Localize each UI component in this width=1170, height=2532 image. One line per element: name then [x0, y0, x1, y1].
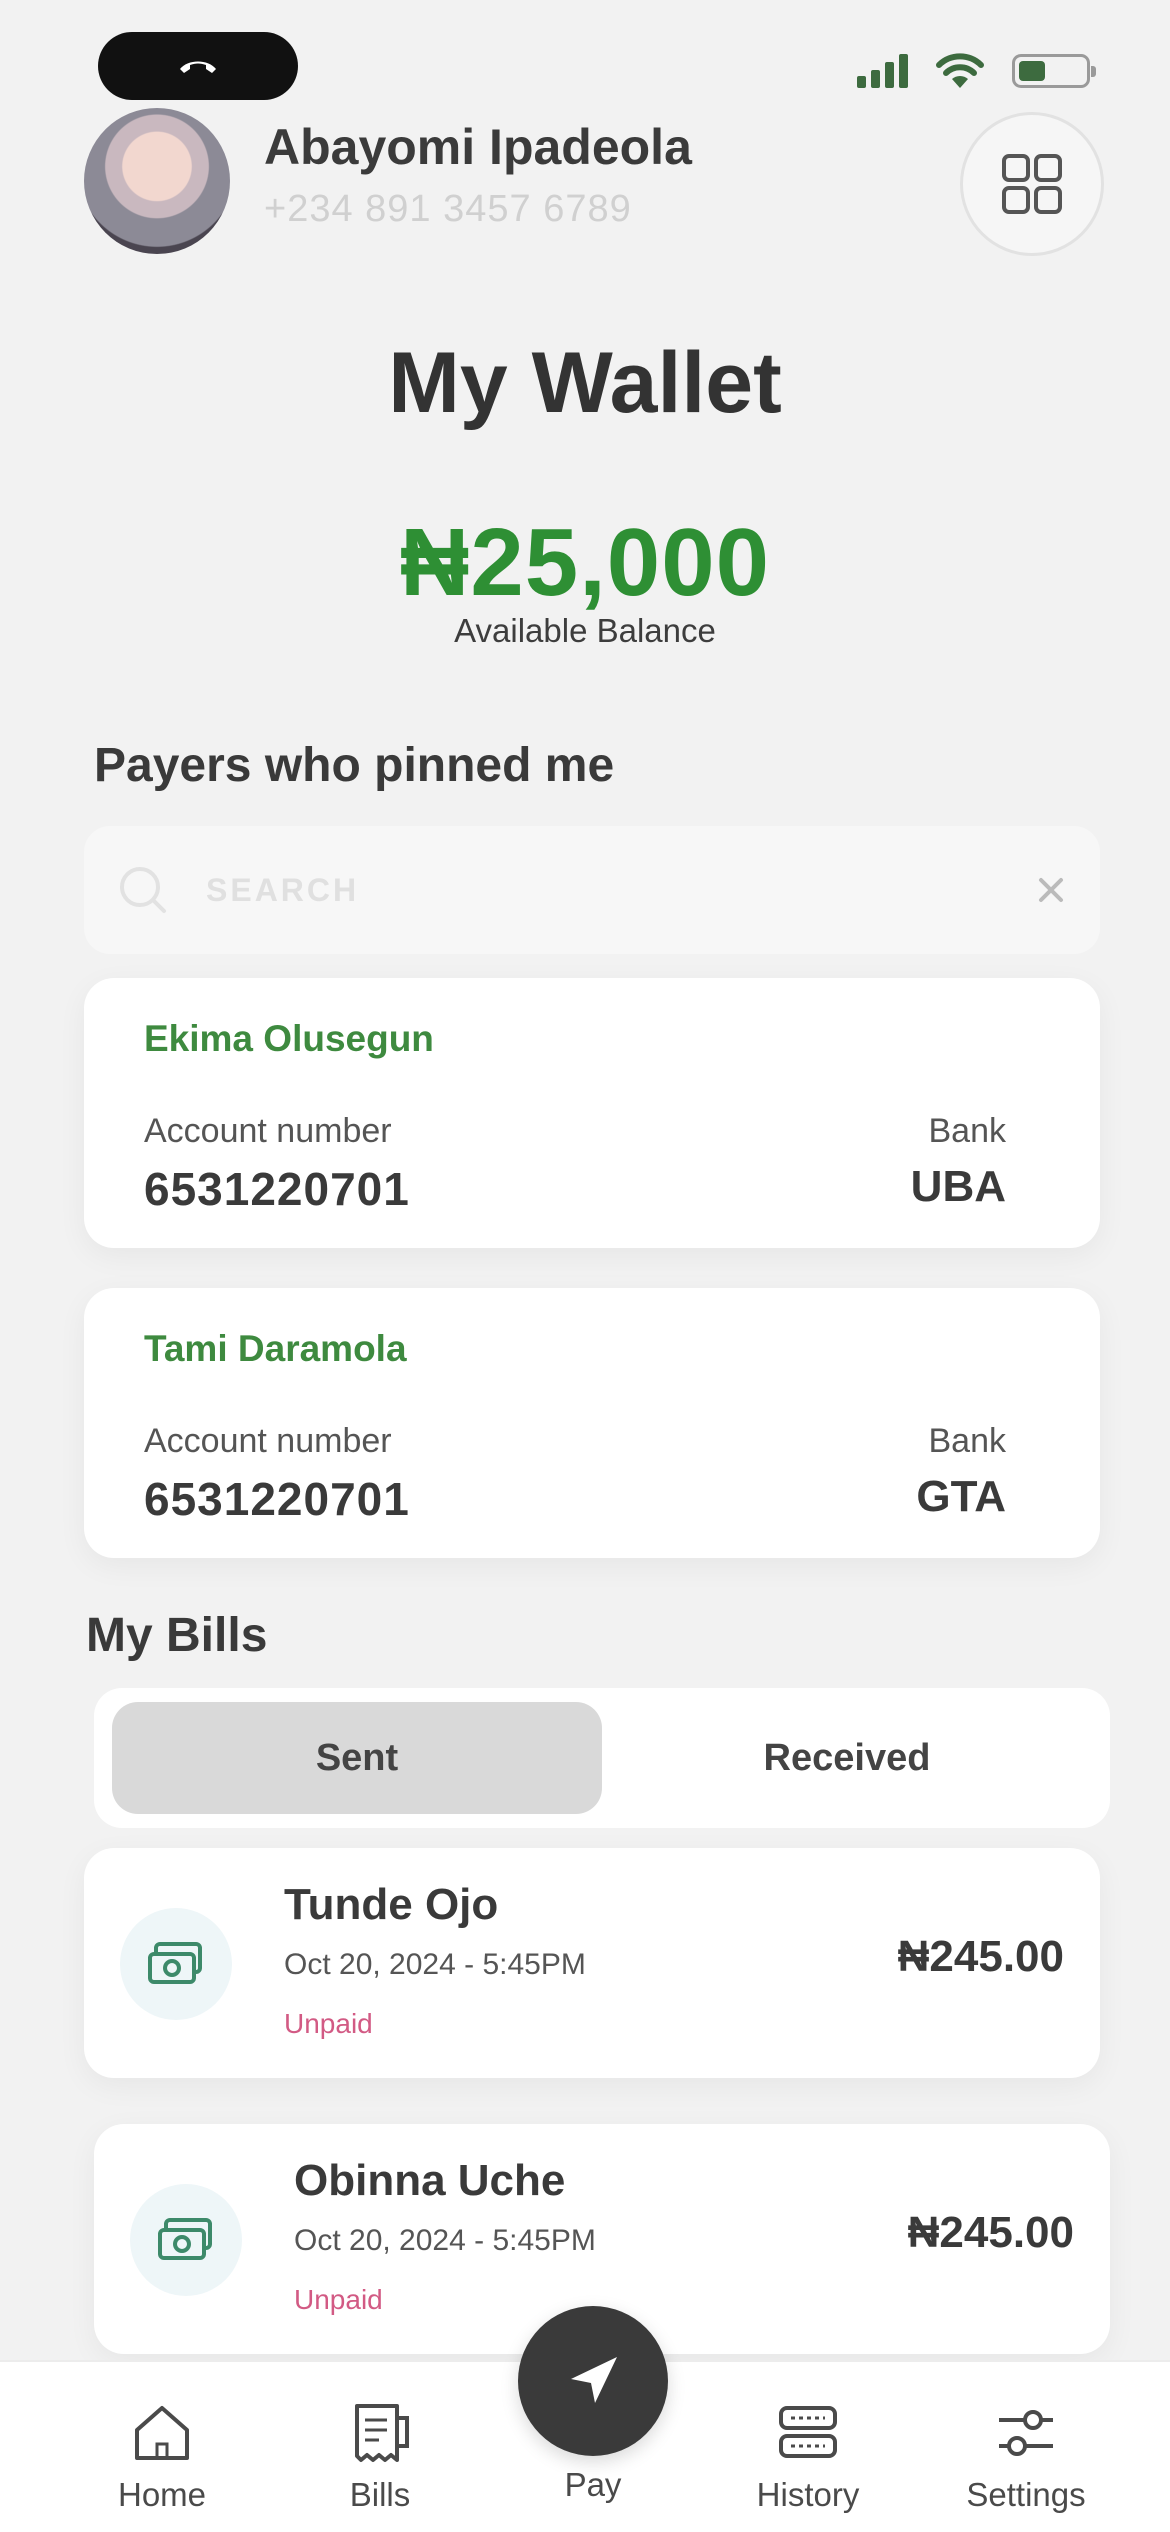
tab-settings[interactable]: Settings — [936, 2400, 1116, 2514]
payer-card[interactable]: Tami Daramola Account number 6531220701 … — [84, 1288, 1100, 1558]
bank-label: Bank — [928, 1422, 1007, 1460]
avatar[interactable] — [84, 108, 230, 254]
wifi-icon — [936, 53, 984, 88]
account-label: Account number — [144, 1112, 392, 1150]
balance-amount: ₦25,000 — [400, 509, 770, 616]
phone-end-icon — [180, 61, 216, 73]
tab-history[interactable]: History — [718, 2400, 898, 2514]
user-phone: +234 891 3457 6789 — [264, 188, 632, 230]
tab-home[interactable]: Home — [72, 2400, 252, 2514]
tab-bills-label: Bills — [349, 2476, 411, 2513]
tab-received[interactable]: Received — [602, 1702, 1092, 1814]
payer-name: Ekima Olusegun — [144, 1018, 434, 1059]
money-icon — [130, 2184, 242, 2296]
grid-icon — [1002, 154, 1062, 214]
account-number: 6531220701 — [144, 1473, 410, 1525]
tab-sent[interactable]: Sent — [112, 1702, 602, 1814]
clear-icon[interactable] — [1036, 875, 1066, 905]
page-title: My Wallet — [388, 335, 782, 431]
bill-item[interactable]: Tunde Ojo Oct 20, 2024 - 5:45PM Unpaid ₦… — [84, 1848, 1100, 2078]
menu-grid-button[interactable] — [960, 112, 1104, 256]
home-icon — [135, 2406, 189, 2460]
bill-date: Oct 20, 2024 - 5:45PM — [294, 2224, 596, 2257]
status-badge: Unpaid — [294, 2284, 383, 2315]
tab-home-label: Home — [117, 2476, 207, 2513]
search-input[interactable]: SEARCH — [84, 826, 1100, 954]
sliders-icon — [999, 2410, 1053, 2456]
search-placeholder: SEARCH — [206, 871, 360, 908]
tab-pay-label: Pay — [564, 2466, 622, 2503]
account-label: Account number — [144, 1422, 392, 1460]
pay-button[interactable] — [518, 2306, 668, 2456]
active-call-pill[interactable] — [98, 32, 298, 100]
payers-section-title: Payers who pinned me — [94, 739, 615, 792]
bill-amount: ₦245.00 — [907, 2208, 1074, 2257]
send-icon — [571, 2357, 617, 2403]
tab-settings-label: Settings — [966, 2476, 1086, 2513]
tab-history-label: History — [756, 2476, 860, 2513]
bank-name: GTA — [916, 1472, 1006, 1521]
bill-date: Oct 20, 2024 - 5:45PM — [284, 1948, 586, 1981]
tab-bills[interactable]: Bills — [290, 2400, 470, 2514]
battery-icon — [1012, 54, 1096, 88]
server-icon — [779, 2406, 837, 2458]
signal-icon — [857, 54, 908, 88]
bank-name: UBA — [910, 1162, 1006, 1211]
bill-payer-name: Obinna Uche — [294, 2156, 566, 2205]
receipt-icon — [355, 2404, 409, 2462]
bill-amount: ₦245.00 — [897, 1932, 1064, 1981]
search-icon — [120, 867, 166, 913]
status-icons — [857, 52, 1096, 90]
bills-section-title: My Bills — [86, 1609, 268, 1662]
user-name: Abayomi Ipadeola — [264, 119, 692, 175]
payer-name: Tami Daramola — [144, 1328, 407, 1369]
bills-segment-control: Sent Received — [94, 1688, 1110, 1828]
money-icon — [120, 1908, 232, 2020]
bank-label: Bank — [928, 1112, 1007, 1150]
payer-card[interactable]: Ekima Olusegun Account number 6531220701… — [84, 978, 1100, 1248]
account-number: 6531220701 — [144, 1163, 410, 1215]
bill-payer-name: Tunde Ojo — [284, 1880, 499, 1929]
balance-label: Available Balance — [454, 612, 716, 649]
status-badge: Unpaid — [284, 2008, 373, 2039]
